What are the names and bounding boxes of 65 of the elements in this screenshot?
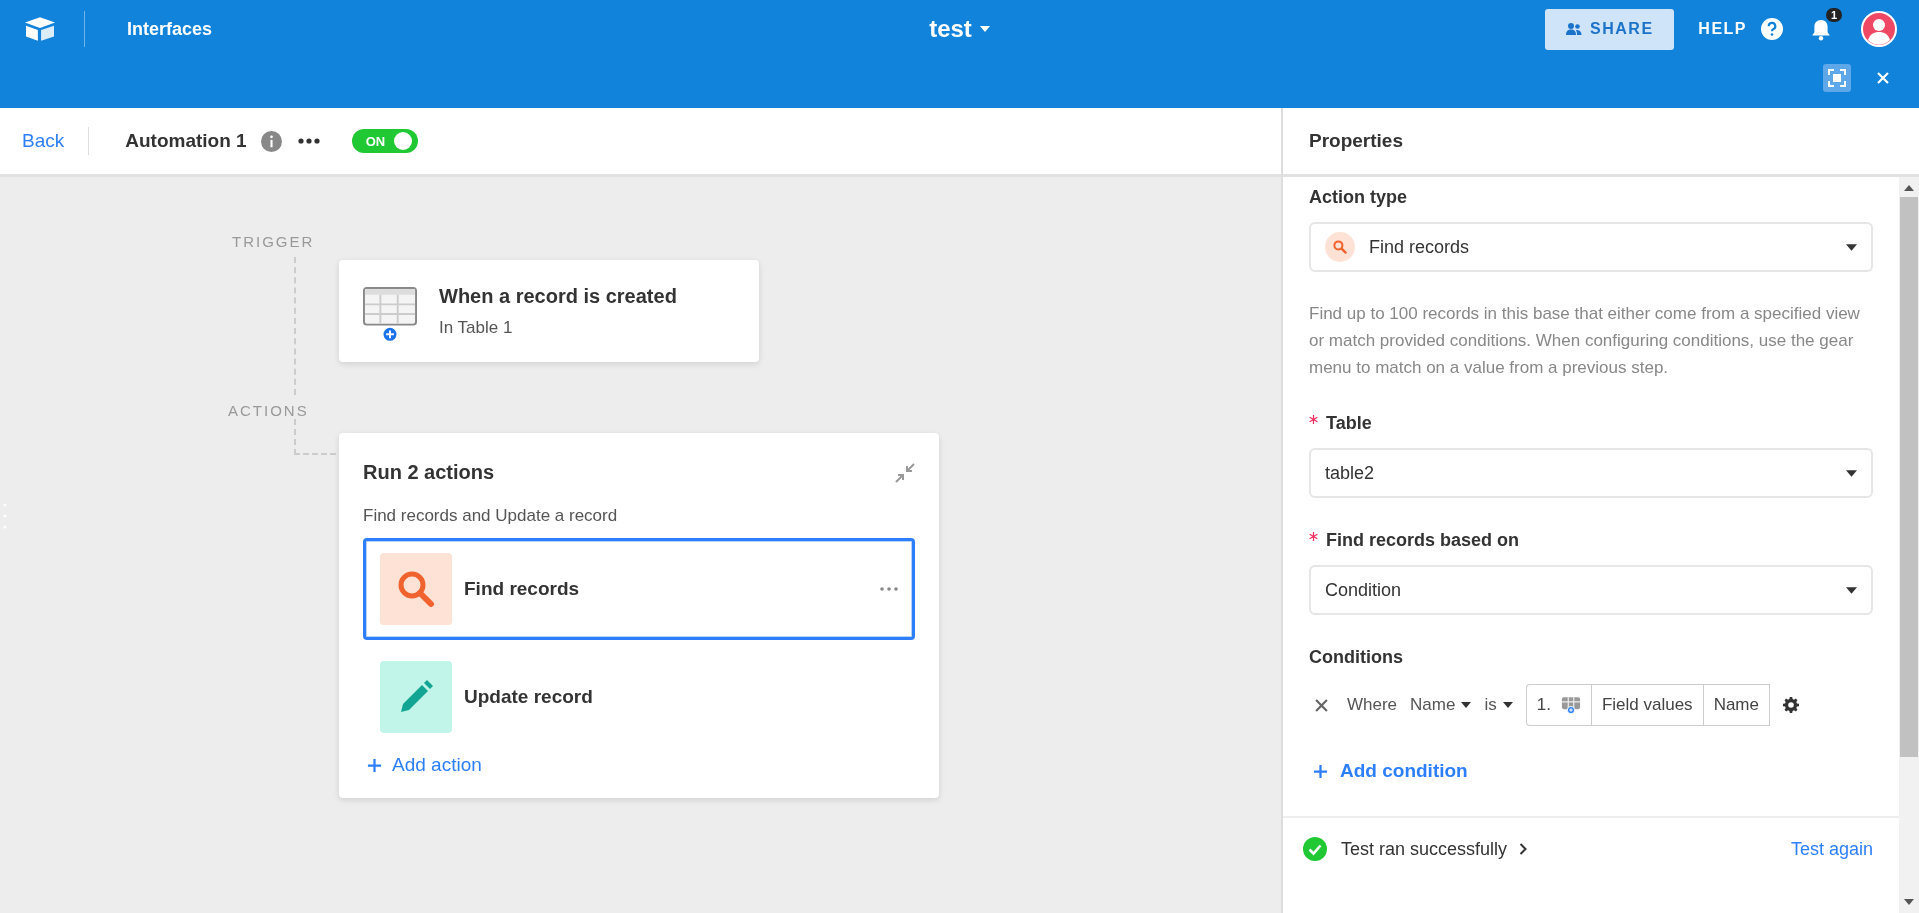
plus-icon: [1313, 763, 1328, 779]
field-label: Action type: [1309, 187, 1408, 208]
table-icon: [1560, 695, 1581, 715]
dropdown-select[interactable]: Condition: [1309, 565, 1873, 615]
dropdown-select[interactable]: table2: [1309, 448, 1873, 498]
help-icon[interactable]: [1761, 18, 1783, 40]
more-icon[interactable]: [297, 138, 320, 144]
trigger-title: When a record is created: [439, 284, 677, 308]
test-again-link[interactable]: Test again: [1790, 838, 1873, 860]
caret-icon[interactable]: [979, 26, 990, 32]
trigger-subtitle: In Table 1: [439, 317, 514, 338]
caret-icon: [1502, 702, 1513, 708]
where-label: Where: [1347, 695, 1398, 715]
automation-name[interactable]: Automation 1: [125, 130, 247, 152]
back-link[interactable]: Back: [22, 130, 65, 152]
base-title[interactable]: test: [929, 15, 972, 43]
section-title[interactable]: Interfaces: [127, 18, 213, 40]
add-action-link[interactable]: Add action: [367, 754, 482, 776]
caret-icon: [1846, 243, 1857, 251]
action-type-select[interactable]: Find records: [1309, 222, 1873, 272]
plus-icon: [367, 757, 382, 773]
help-link[interactable]: HELP: [1698, 20, 1747, 38]
add-condition-link[interactable]: Add condition: [1313, 760, 1468, 782]
actions-label: ACTIONS: [228, 402, 310, 419]
scrollbar[interactable]: [1899, 177, 1919, 913]
chevron-right-icon: [1519, 843, 1528, 855]
field-label: Find records based on: [1326, 530, 1520, 551]
field-dropdown[interactable]: Name: [1410, 695, 1472, 715]
caret-icon: [1846, 469, 1857, 477]
operator-dropdown[interactable]: is: [1484, 695, 1513, 715]
caret-icon: [1846, 586, 1857, 594]
scroll-down-icon[interactable]: [1904, 899, 1914, 905]
value-token: Field values: [1591, 685, 1704, 725]
step-token: 1.: [1526, 685, 1592, 725]
people-icon: [1566, 22, 1583, 36]
field-label: Table: [1326, 413, 1372, 434]
trigger-label: TRIGGER: [232, 233, 316, 250]
notification-badge: 1: [1825, 8, 1842, 22]
connector-line: [294, 419, 336, 455]
search-icon: [396, 569, 436, 609]
test-status-link[interactable]: Test ran successfully: [1341, 838, 1777, 860]
action-item[interactable]: Find records: [363, 538, 915, 640]
table-icon: [363, 286, 417, 344]
logo-icon[interactable]: [22, 15, 58, 43]
info-icon[interactable]: [260, 130, 282, 152]
avatar-icon[interactable]: [1861, 11, 1897, 47]
settings-icon[interactable]: [1783, 697, 1799, 713]
scroll-up-icon[interactable]: [1904, 185, 1914, 191]
actions-group-title: Run 2 actions: [363, 461, 495, 484]
bell-icon[interactable]: [1811, 19, 1831, 41]
remove-icon[interactable]: [1315, 698, 1328, 712]
field-label: Conditions: [1309, 647, 1404, 668]
actions-summary: Find records and Update a record: [363, 506, 619, 526]
action-description: Find up to 100 records in this base that either come from a specified view or match provided conditions. When configuring conditions, use the gear menu to match on a value from a previous step.: [1309, 303, 1861, 379]
close-icon[interactable]: [1877, 72, 1889, 84]
value-token: Name: [1703, 685, 1770, 725]
search-icon: [1332, 239, 1348, 255]
trigger-card[interactable]: When a record is created In Table 1: [339, 260, 759, 362]
collapse-icon[interactable]: [895, 462, 915, 483]
properties-title: Properties: [1309, 130, 1403, 152]
action-item[interactable]: Update record: [363, 646, 915, 748]
caret-icon: [1461, 702, 1472, 708]
fullscreen-icon[interactable]: [1823, 64, 1851, 92]
value-field[interactable]: 1. Field values Name: [1525, 684, 1770, 726]
share-button[interactable]: SHARE: [1545, 8, 1675, 50]
